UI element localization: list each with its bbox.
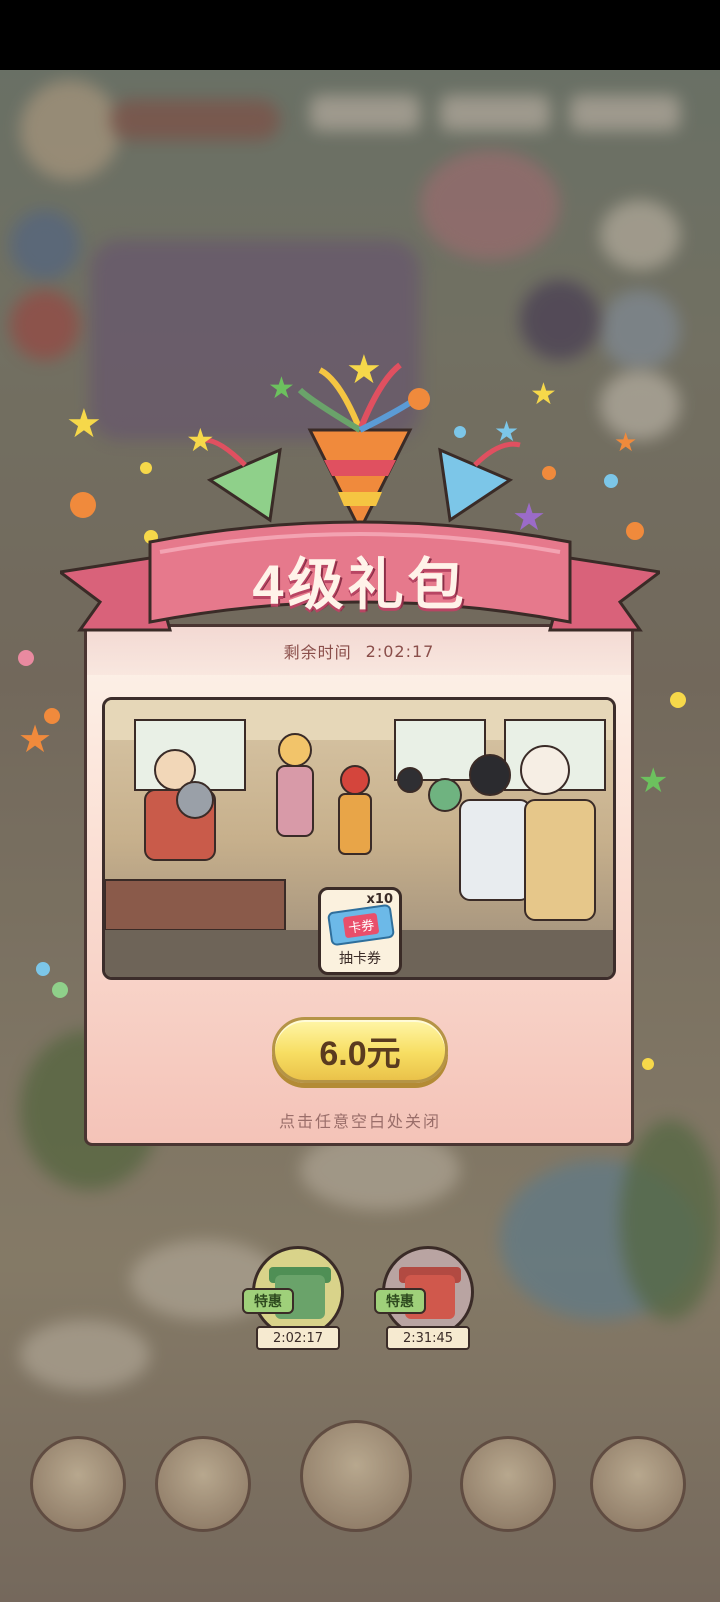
timer-value: 2:02:17 [365, 641, 435, 661]
star-decoration: ★ [66, 401, 102, 447]
star-decoration: ★ [346, 347, 382, 393]
timer-label: 剩余时间 [283, 643, 352, 662]
purchase-button[interactable]: 6.0元 [272, 1017, 448, 1083]
star-decoration: ★ [18, 717, 53, 761]
reward-item-gacha-ticket[interactable]: x10 卡券 抽卡券 [318, 887, 402, 975]
popup-title: 4级礼包 [252, 553, 468, 616]
star-decoration: ★ [186, 421, 215, 459]
star-decoration: ★ [268, 371, 295, 406]
ticket-card-text: 卡券 [342, 912, 380, 938]
close-hint: 点击任意空白处关闭 [278, 1112, 441, 1131]
star-decoration: ★ [638, 761, 669, 801]
gacha-ticket-icon: 卡券 [326, 903, 396, 947]
reward-label: 抽卡券 [339, 951, 381, 967]
status-bar [0, 0, 720, 70]
star-decoration: ★ [530, 377, 557, 412]
star-decoration: ★ [614, 428, 638, 458]
star-decoration: ★ [494, 415, 520, 448]
